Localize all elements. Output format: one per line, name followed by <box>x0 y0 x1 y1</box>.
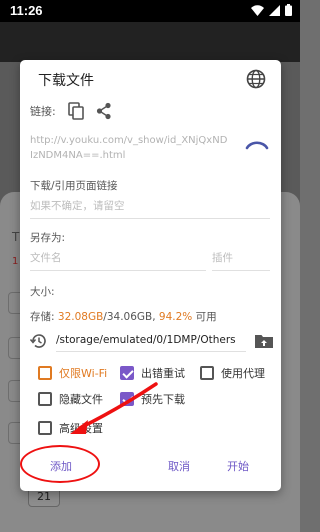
checkbox-box <box>38 421 52 435</box>
referer-label: 下载/引用页面链接 <box>30 180 118 192</box>
wifi-icon <box>251 4 264 16</box>
path-row: /storage/emulated/0/1DMP/Others <box>28 330 273 358</box>
background-banner <box>0 22 300 62</box>
storage-prefix: 存储: <box>30 311 58 323</box>
wifi-only-checkbox[interactable]: 仅限Wi-Fi <box>38 365 107 381</box>
storage-percent: 94.2% <box>158 311 193 323</box>
url-field[interactable]: http://v.youku.com/v_show/id_XNjQxNDIzND… <box>30 133 230 163</box>
annotation-ellipse <box>20 445 100 483</box>
checkbox-label: 仅限Wi-Fi <box>59 367 108 380</box>
checkbox-box <box>200 366 214 380</box>
size-label: 大小: <box>30 286 55 298</box>
checkbox-box <box>38 392 52 406</box>
history-icon[interactable] <box>30 332 48 350</box>
filename-input[interactable]: 文件名 <box>30 250 206 271</box>
storage-suffix: 可用 <box>192 311 217 323</box>
storage-free: 32.08GB <box>57 311 104 323</box>
checkbox-label: 出错重试 <box>141 367 185 380</box>
dialog-title: 下载文件 <box>38 73 94 89</box>
checkbox-box <box>38 366 52 380</box>
status-icons <box>251 4 292 16</box>
link-label: 链接: <box>30 105 56 118</box>
checkbox-label: 使用代理 <box>221 367 265 380</box>
folder-icon[interactable] <box>255 333 273 349</box>
status-bar: 11:26 <box>0 0 300 22</box>
use-proxy-checkbox[interactable]: 使用代理 <box>200 365 265 381</box>
battery-icon <box>285 4 292 16</box>
link-row: 链接: <box>30 102 112 120</box>
signal-icon <box>269 4 280 16</box>
start-button[interactable]: 开始 <box>227 458 249 474</box>
referer-input[interactable]: 如果不确定，请留空 <box>30 198 270 219</box>
cancel-button[interactable]: 取消 <box>168 458 190 474</box>
loading-spinner-icon <box>245 141 269 150</box>
globe-icon[interactable] <box>246 69 266 89</box>
checkbox-box <box>120 366 134 380</box>
plugin-input[interactable]: 插件 <box>212 250 270 271</box>
copy-icon[interactable] <box>67 102 84 120</box>
background-letter: T <box>12 230 20 244</box>
save-as-label: 另存为: <box>30 232 66 244</box>
retry-on-error-checkbox[interactable]: 出错重试 <box>120 365 185 381</box>
storage-total: /34.06GB, <box>103 311 159 323</box>
path-input[interactable]: /storage/emulated/0/1DMP/Others <box>56 330 246 352</box>
status-time: 11:26 <box>10 3 43 18</box>
annotation-arrow-icon <box>70 382 158 434</box>
share-icon[interactable] <box>96 102 112 120</box>
storage-info: 存储: 32.08GB/34.06GB, 94.2% 可用 <box>30 309 217 324</box>
background-letter: 1 <box>12 256 19 267</box>
